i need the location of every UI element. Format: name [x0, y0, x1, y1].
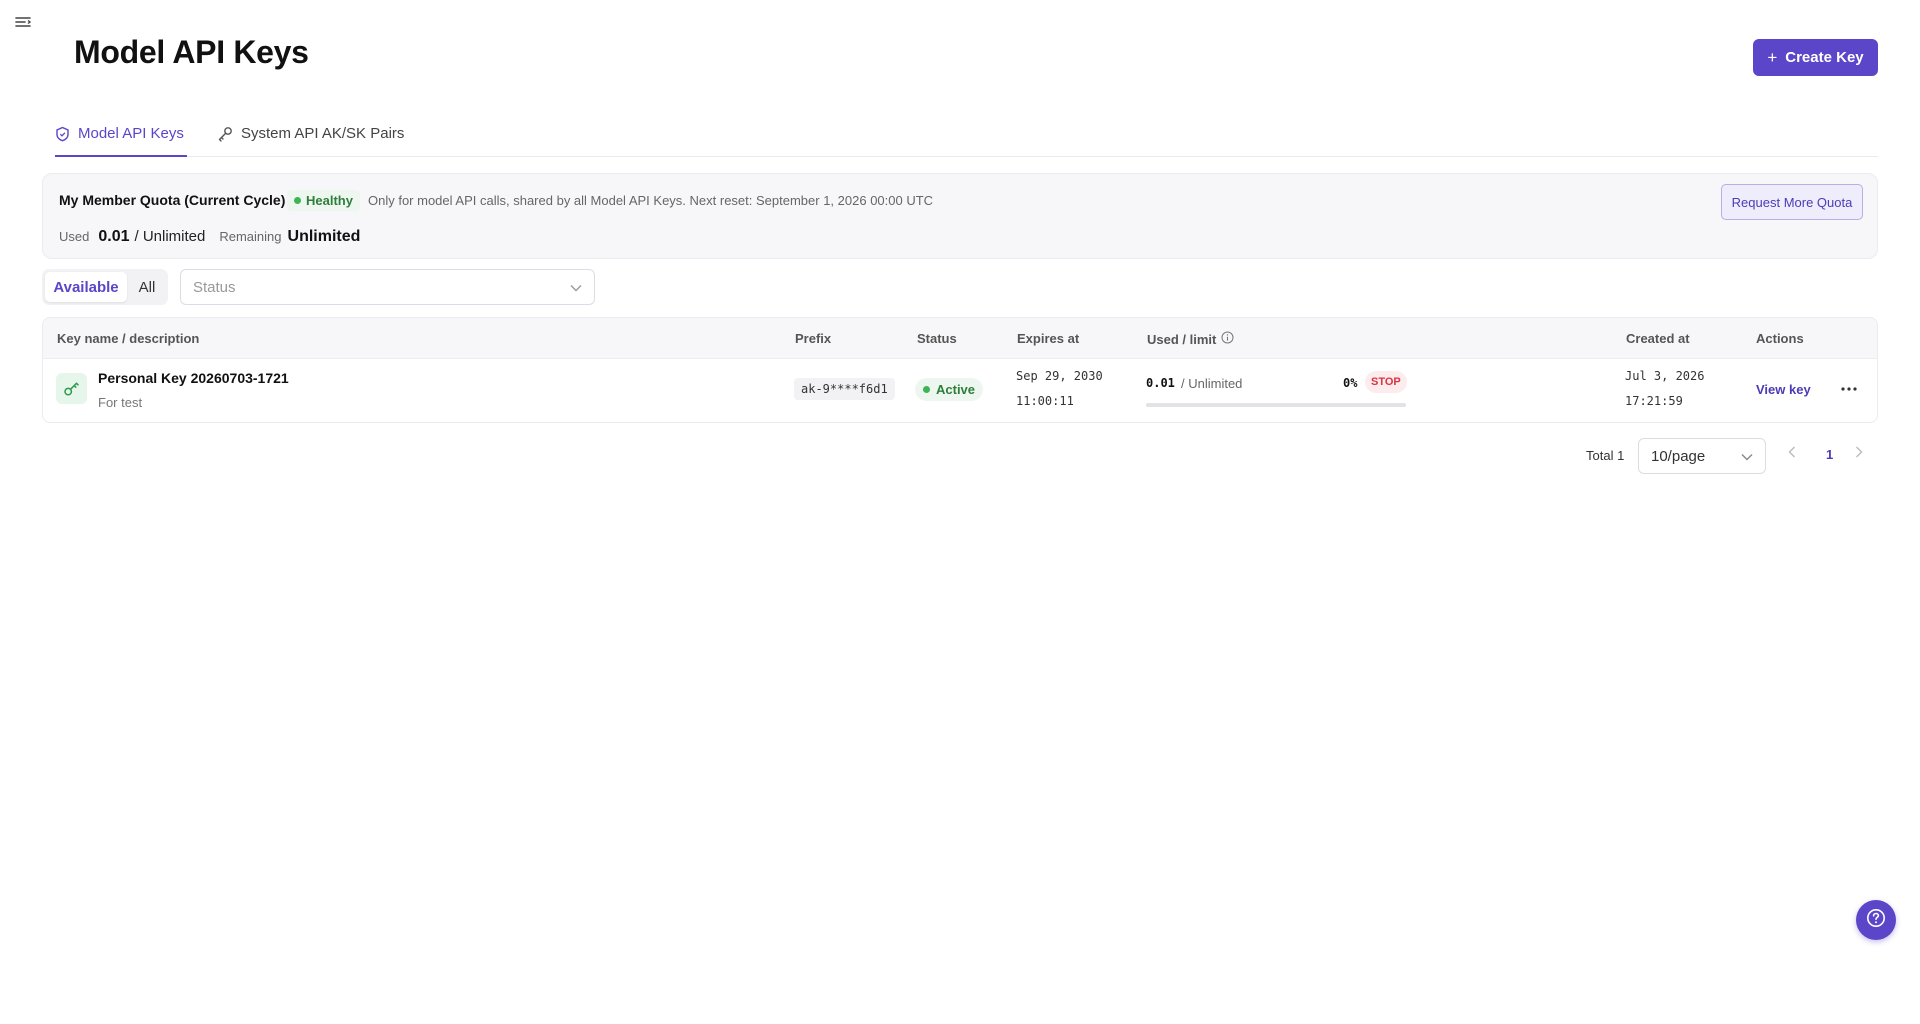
request-more-quota-button[interactable]: Request More Quota — [1721, 184, 1863, 220]
tab-model-api-keys[interactable]: Model API Keys — [55, 120, 187, 157]
question-icon — [1866, 908, 1886, 933]
quota-status-badge: Healthy — [287, 190, 360, 211]
keys-table: Key name / description Prefix Status Exp… — [42, 317, 1878, 423]
quota-usage: Used 0.01 / Unlimited Remaining Unlimite… — [59, 228, 360, 246]
column-header-actions: Actions — [1756, 331, 1804, 346]
usage-progress-bar — [1146, 403, 1406, 407]
column-header-used: Used / limit — [1147, 331, 1234, 347]
menu-toggle-icon[interactable] — [14, 14, 32, 32]
created-at: Jul 3, 2026 17:21:59 — [1625, 364, 1704, 414]
segment-all[interactable]: All — [129, 272, 165, 302]
tab-system-api-pairs[interactable]: System API AK/SK Pairs — [217, 120, 404, 157]
status-dot-icon — [294, 197, 301, 204]
created-time: 17:21:59 — [1625, 394, 1683, 408]
page-number[interactable]: 1 — [1826, 447, 1833, 462]
key-description: For test — [98, 395, 143, 410]
quota-note: Only for model API calls, shared by all … — [368, 193, 934, 208]
chevron-down-icon — [1741, 448, 1753, 465]
status-badge: Active — [915, 378, 984, 401]
quota-panel: My Member Quota (Current Cycle) Healthy … — [42, 173, 1878, 259]
info-icon[interactable] — [1221, 331, 1234, 347]
column-header-prefix: Prefix — [795, 331, 832, 346]
tab-label: System API AK/SK Pairs — [241, 125, 405, 142]
used-percent: 0% — [1343, 376, 1358, 390]
page-size-select[interactable]: 10/page — [1638, 438, 1766, 474]
view-key-link[interactable]: View key — [1756, 382, 1811, 397]
quota-used-value: 0.01 — [98, 228, 130, 245]
page-size-value: 10/page — [1651, 447, 1706, 465]
created-date: Jul 3, 2026 — [1625, 369, 1705, 383]
status-select[interactable]: Status — [180, 269, 595, 305]
key-prefix: ak-9****f6d1 — [794, 378, 895, 400]
used-value: 0.01 — [1146, 376, 1175, 390]
page-title: Model API Keys — [74, 34, 309, 70]
tab-label: Model API Keys — [78, 125, 184, 142]
plus-icon: + — [1767, 48, 1778, 67]
chevron-down-icon — [570, 279, 582, 296]
segment-available[interactable]: Available — [45, 272, 127, 302]
create-key-label: Create Key — [1785, 49, 1864, 66]
status-select-placeholder: Status — [193, 278, 236, 296]
shield-icon — [55, 125, 70, 146]
used-limit: / Unlimited — [1181, 376, 1243, 391]
key-name: Personal Key 20260703-1721 — [98, 370, 289, 386]
more-actions-icon[interactable] — [1837, 377, 1861, 401]
availability-segmented-control: Available All — [42, 269, 168, 305]
expires-time: 11:00:11 — [1016, 394, 1074, 408]
key-icon — [217, 125, 233, 146]
key-icon — [56, 373, 87, 404]
pagination-total: Total 1 — [1586, 448, 1625, 463]
column-header-expires: Expires at — [1017, 331, 1080, 346]
column-header-name: Key name / description — [57, 331, 200, 346]
help-button[interactable] — [1856, 900, 1896, 940]
quota-remaining-label: Remaining — [219, 229, 282, 244]
expires-at: Sep 29, 2030 11:00:11 — [1016, 364, 1103, 414]
quota-used-label: Used — [59, 229, 90, 244]
quota-remaining-value: Unlimited — [287, 228, 361, 245]
expires-date: Sep 29, 2030 — [1016, 369, 1103, 383]
column-header-status: Status — [917, 331, 957, 346]
quota-status-label: Healthy — [306, 193, 353, 208]
stop-badge: STOP — [1365, 371, 1407, 393]
column-header-created: Created at — [1626, 331, 1690, 346]
column-header-used-label: Used / limit — [1147, 331, 1217, 347]
table-row: Personal Key 20260703-1721 For test ak-9… — [43, 359, 1877, 422]
status-dot-icon — [923, 386, 930, 393]
next-page-icon[interactable] — [1855, 445, 1863, 463]
create-key-button[interactable]: + Create Key — [1753, 39, 1878, 76]
quota-used-limit: / Unlimited — [134, 228, 206, 245]
tab-bar: Model API Keys System API AK/SK Pairs — [55, 120, 1878, 157]
status-badge-label: Active — [936, 382, 976, 397]
quota-title: My Member Quota (Current Cycle) — [59, 192, 286, 208]
table-header: Key name / description Prefix Status Exp… — [43, 318, 1877, 359]
previous-page-icon[interactable] — [1788, 445, 1796, 463]
